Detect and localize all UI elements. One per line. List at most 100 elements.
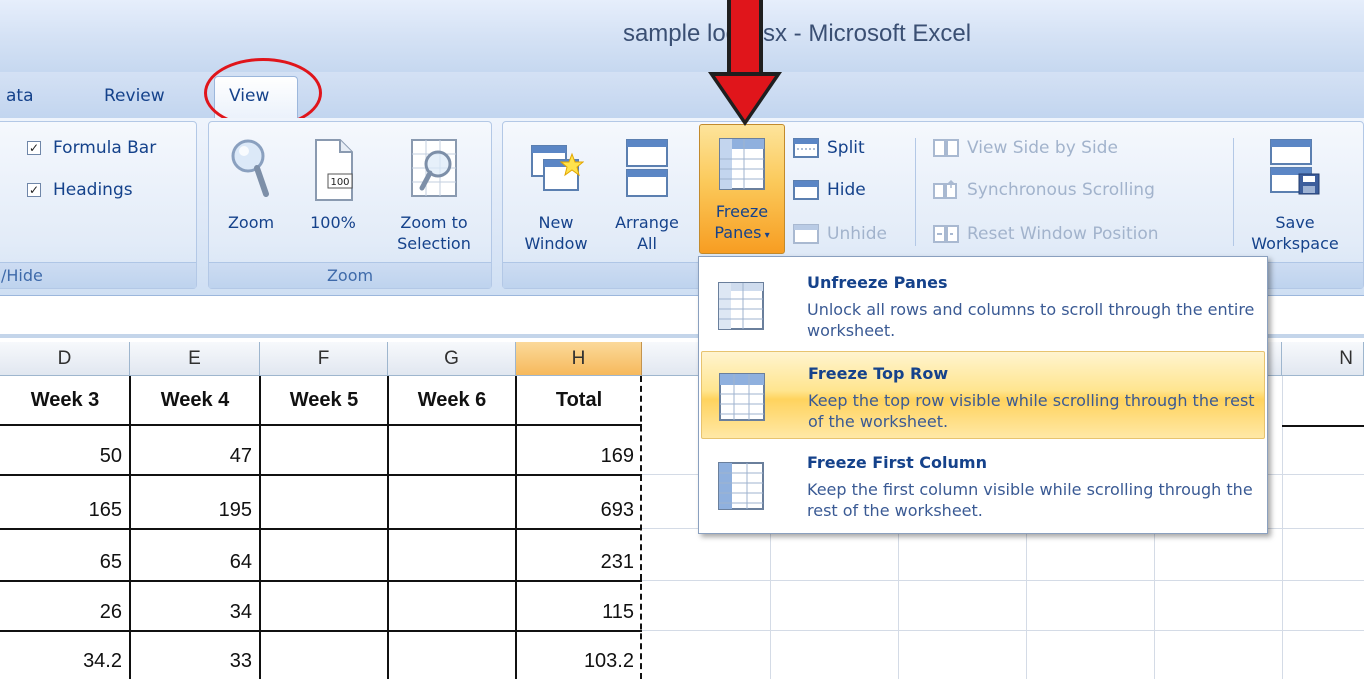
cell-total-header[interactable]: Total bbox=[516, 376, 642, 424]
cell-week6-header[interactable]: Week 6 bbox=[388, 376, 516, 424]
column-header-h[interactable]: H bbox=[516, 342, 642, 376]
split-label: Split bbox=[827, 138, 865, 158]
table-cell[interactable] bbox=[260, 632, 388, 679]
ribbon-separator bbox=[1233, 138, 1234, 246]
gridline bbox=[642, 580, 1364, 581]
table-cell[interactable] bbox=[388, 426, 516, 474]
side-by-side-icon bbox=[933, 139, 959, 157]
page-100-icon: 100 bbox=[315, 139, 353, 201]
menu-item-freeze-top-row[interactable]: Freeze Top Row Keep the top row visible … bbox=[701, 351, 1265, 439]
reset-window-position-button[interactable]: Reset Window Position bbox=[933, 224, 1159, 244]
freeze-panes-label-line2: Panes bbox=[714, 223, 762, 242]
zoom-100-icon-text: 100 bbox=[330, 177, 349, 188]
split-icon bbox=[793, 138, 819, 158]
table-cell[interactable] bbox=[260, 476, 388, 528]
synchronous-scrolling-label: Synchronous Scrolling bbox=[967, 180, 1155, 200]
zoom-button[interactable]: Zoom bbox=[221, 136, 281, 233]
table-cell[interactable] bbox=[260, 426, 388, 474]
column-header-d[interactable]: D bbox=[0, 342, 130, 376]
new-window-button[interactable]: New Window bbox=[521, 136, 591, 254]
menu-item-unfreeze-panes[interactable]: Unfreeze Panes Unlock all rows and colum… bbox=[701, 261, 1265, 349]
table-cell[interactable]: 195 bbox=[130, 476, 260, 528]
split-button[interactable]: Split bbox=[793, 138, 865, 158]
zoom-100-button[interactable]: 100 100% bbox=[303, 136, 363, 233]
hide-label: Hide bbox=[827, 180, 866, 200]
table-cell[interactable] bbox=[388, 476, 516, 528]
menu-item-title: Freeze Top Row bbox=[808, 364, 949, 383]
chevron-down-icon: ▾ bbox=[761, 230, 770, 241]
zoom-to-selection-button[interactable]: Zoom to Selection bbox=[389, 136, 479, 254]
zoom-to-selection-label-line2: Selection bbox=[397, 234, 471, 253]
column-header-f[interactable]: F bbox=[260, 342, 388, 376]
freeze-panes-label-line1: Freeze bbox=[715, 202, 769, 221]
headings-label: Headings bbox=[53, 180, 133, 200]
formula-bar-checkbox[interactable]: ✓ Formula Bar bbox=[27, 138, 156, 158]
save-workspace-button[interactable]: Save Workspace bbox=[1239, 136, 1351, 254]
menu-item-freeze-first-column[interactable]: Freeze First Column Keep the first colum… bbox=[701, 441, 1265, 529]
view-side-by-side-label: View Side by Side bbox=[967, 138, 1118, 158]
menu-item-description: Unlock all rows and columns to scroll th… bbox=[807, 300, 1255, 340]
table-cell[interactable]: 165 bbox=[0, 476, 130, 528]
synchronous-scrolling-button[interactable]: Synchronous Scrolling bbox=[933, 180, 1155, 200]
headings-checkbox[interactable]: ✓ Headings bbox=[27, 180, 133, 200]
zoom-100-label: 100% bbox=[310, 213, 356, 232]
zoom-group-label: Zoom bbox=[209, 262, 491, 288]
annotation-arrow bbox=[708, 0, 782, 126]
table-cell[interactable]: 103.2 bbox=[516, 632, 642, 679]
zoom-to-selection-icon bbox=[411, 139, 457, 197]
formula-bar-label: Formula Bar bbox=[53, 138, 157, 158]
ribbon-separator bbox=[915, 138, 916, 246]
table-cell[interactable]: 26 bbox=[0, 582, 130, 630]
table-cell[interactable] bbox=[388, 582, 516, 630]
table-cell[interactable]: 64 bbox=[130, 530, 260, 580]
table-cell[interactable] bbox=[260, 582, 388, 630]
arrange-all-label-line2: All bbox=[637, 234, 657, 253]
column-header-g[interactable]: G bbox=[388, 342, 516, 376]
table-cell[interactable]: 33 bbox=[130, 632, 260, 679]
table-cell[interactable]: 34.2 bbox=[0, 632, 130, 679]
tab-review[interactable]: Review bbox=[104, 86, 165, 106]
freeze-panes-button[interactable]: Freeze Panes ▾ bbox=[699, 124, 785, 254]
unhide-button[interactable]: Unhide bbox=[793, 224, 887, 244]
column-header-n[interactable]: N bbox=[1282, 342, 1364, 376]
magnifier-icon bbox=[231, 139, 269, 197]
table-cell[interactable]: 169 bbox=[516, 426, 642, 474]
table-cell[interactable] bbox=[388, 530, 516, 580]
arrange-all-button[interactable]: Arrange All bbox=[607, 136, 687, 254]
freeze-panes-icon bbox=[719, 138, 765, 190]
window-title: sample log.xlsx - Microsoft Excel bbox=[622, 20, 972, 47]
new-window-label-line2: Window bbox=[524, 234, 588, 253]
table-cell[interactable]: 34 bbox=[130, 582, 260, 630]
gridline bbox=[642, 630, 1364, 631]
table-cell[interactable]: 47 bbox=[130, 426, 260, 474]
freeze-first-column-icon bbox=[718, 462, 764, 510]
hide-button[interactable]: Hide bbox=[793, 180, 866, 200]
table-cell[interactable]: 50 bbox=[0, 426, 130, 474]
menu-item-title: Freeze First Column bbox=[807, 453, 987, 472]
zoom-group: Zoom 100 100% Zoom to Selection Zoom bbox=[208, 121, 492, 289]
hide-window-icon bbox=[793, 180, 819, 200]
table-cell[interactable]: 65 bbox=[0, 530, 130, 580]
cell-week3-header[interactable]: Week 3 bbox=[0, 376, 130, 424]
menu-item-description: Keep the top row visible while scrolling… bbox=[808, 391, 1255, 431]
cell-week5-header[interactable]: Week 5 bbox=[260, 376, 388, 424]
arrange-all-icon bbox=[626, 139, 668, 197]
table-cell[interactable] bbox=[388, 632, 516, 679]
table-cell[interactable]: 693 bbox=[516, 476, 642, 528]
menu-item-title: Unfreeze Panes bbox=[807, 273, 948, 292]
unhide-label: Unhide bbox=[827, 224, 887, 244]
column-header-e[interactable]: E bbox=[130, 342, 260, 376]
table-cell[interactable]: 115 bbox=[516, 582, 642, 630]
cell-week4-header[interactable]: Week 4 bbox=[130, 376, 260, 424]
table-cell[interactable]: 231 bbox=[516, 530, 642, 580]
freeze-panes-menu: Unfreeze Panes Unlock all rows and colum… bbox=[698, 256, 1268, 534]
table-cell[interactable] bbox=[260, 530, 388, 580]
new-window-icon bbox=[531, 145, 584, 191]
reset-window-position-icon bbox=[933, 225, 959, 243]
save-workspace-label-line1: Save bbox=[1275, 213, 1315, 232]
view-side-by-side-button[interactable]: View Side by Side bbox=[933, 138, 1118, 158]
save-workspace-icon bbox=[1270, 139, 1320, 195]
show-hide-group: ✓ Formula Bar ✓ Headings /Hide bbox=[0, 121, 197, 289]
checkmark-icon: ✓ bbox=[27, 183, 41, 197]
tab-data[interactable]: ata bbox=[6, 86, 34, 106]
